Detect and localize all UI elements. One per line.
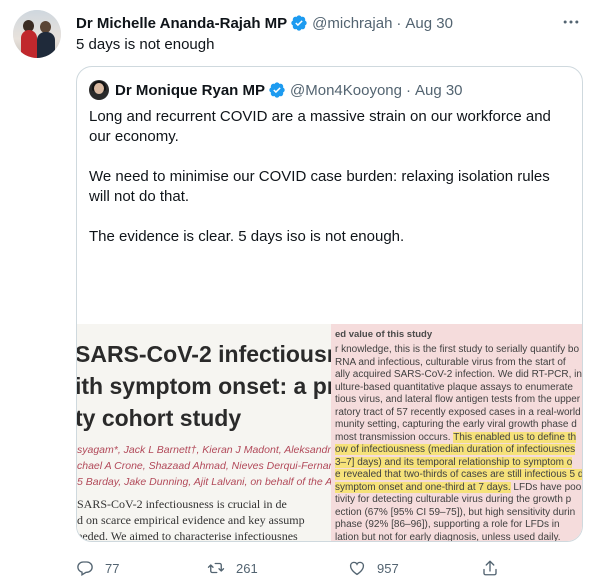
paper-abstract-line: d on scarce empirical evidence and key a… <box>77 513 305 527</box>
paper-author-line: syagam*, Jack L Barnett†, Kieran J Madon… <box>77 444 358 456</box>
paper-title-line: ty cohort study <box>77 405 242 431</box>
research-text: phase (92% [86–96]), supporting a role f… <box>335 519 560 530</box>
more-icon[interactable] <box>561 12 581 32</box>
research-text: munity setting, capturing the early vira… <box>335 419 577 430</box>
quoted-tweet[interactable]: Dr Monique Ryan MP @Mon4Kooyong · Aug 30… <box>76 66 583 542</box>
paper-title-line: SARS-CoV-2 infectiousne <box>77 341 354 367</box>
research-text: RNA and infectious, culturable virus fro… <box>335 356 566 368</box>
quoted-author-name: Dr Monique Ryan MP <box>115 81 266 99</box>
research-text: ratory tract of 57 recently exposed case… <box>335 406 581 418</box>
separator: · <box>396 14 402 32</box>
paper-title: SARS-CoV-2 infectiousne ith symptom onse… <box>77 338 354 434</box>
like-icon <box>349 561 365 576</box>
research-panel-heading: ed value of this study <box>335 329 433 340</box>
author-name[interactable]: Dr Michelle Ananda-Rajah MP <box>76 15 287 32</box>
highlighted-text: This enabled us to define th <box>453 431 577 443</box>
share-button[interactable] <box>481 556 499 580</box>
tweet[interactable]: Dr Michelle Ananda-Rajah MP @michrajah ·… <box>0 0 598 587</box>
paper-author-line: chael A Crone, Shazaad Ahmad, Nieves Der… <box>77 460 365 472</box>
author-avatar[interactable] <box>13 10 61 58</box>
paper-title-page: SARS-CoV-2 infectiousne ith symptom onse… <box>77 324 364 542</box>
quoted-tweet-date: Aug 30 <box>414 81 463 99</box>
retweet-count: 261 <box>236 560 258 576</box>
reply-button[interactable]: 77 <box>76 556 119 580</box>
research-text: ection (67% [95% CI 59–75]), but high se… <box>335 506 576 518</box>
like-button[interactable]: 957 <box>348 556 399 580</box>
highlighted-text: 3–7] days) and its temporal relationship… <box>335 456 573 468</box>
research-text: ulture-based quantitative plaque assays … <box>335 381 573 393</box>
quoted-paragraph: Long and recurrent COVID are a massive s… <box>89 108 551 145</box>
share-icon <box>483 560 497 576</box>
author-handle[interactable]: @michrajah <box>312 15 392 32</box>
paper-abstract: SARS-CoV-2 infectiousness is crucial in … <box>77 496 305 542</box>
reply-count: 77 <box>105 560 120 576</box>
quoted-author-handle: @Mon4Kooyong <box>290 81 402 99</box>
paper-title-line: ith symptom onset: a pro <box>77 373 350 399</box>
research-text: tivity for detecting culturable virus du… <box>335 494 572 505</box>
research-text: lation but not for early diagnosis, unle… <box>335 531 561 542</box>
verified-badge-icon <box>269 82 285 98</box>
research-text: tious virus, and lateral flow antigen te… <box>335 394 581 405</box>
quoted-author-avatar <box>89 80 109 100</box>
quoted-tweet-image[interactable]: SARS-CoV-2 infectiousne ith symptom onse… <box>77 324 583 542</box>
retweet-button[interactable]: 261 <box>207 556 258 580</box>
research-panel-line: lation but not for early diagnosis, unle… <box>335 531 561 542</box>
tweet-date[interactable]: Aug 30 <box>405 15 453 32</box>
highlighted-text: ow of infectiousness (median duration of… <box>335 444 576 455</box>
highlighted-text: symptom onset and one-third at 7 days. <box>335 481 511 493</box>
research-text: r knowledge, this is the first study to … <box>335 344 580 355</box>
reply-icon <box>77 561 93 576</box>
quoted-tweet-header: Dr Monique Ryan MP @Mon4Kooyong · Aug 30 <box>89 79 463 101</box>
tweet-actions: 77 261 957 <box>76 556 556 580</box>
verified-badge-icon <box>291 15 307 31</box>
retweet-icon <box>207 562 225 574</box>
research-text: LFDs have poo <box>510 481 582 493</box>
paper-abstract-line: SARS-CoV-2 infectiousness is crucial in … <box>77 497 287 511</box>
tweet-text: 5 days is not enough <box>76 36 215 53</box>
paper-author-line: 5 Barday, Jake Dunning, Ajit Lalvani, on… <box>77 476 352 488</box>
quoted-tweet-text: Long and recurrent COVID are a massive s… <box>89 107 559 267</box>
quoted-paragraph: The evidence is clear. 5 days iso is not… <box>89 228 405 245</box>
tweet-header: Dr Michelle Ananda-Rajah MP @michrajah ·… <box>76 12 453 34</box>
highlighted-text: e revealed that two-thirds of cases are … <box>335 469 583 480</box>
research-text: most transmission occurs. <box>335 431 454 443</box>
separator: · <box>405 81 411 99</box>
paper-authors: syagam*, Jack L Barnett†, Kieran J Madon… <box>77 442 364 490</box>
paper-abstract-line: eeded. We aimed to characterise infectio… <box>77 529 298 542</box>
research-text: ally acquired SARS-CoV-2 infection. We d… <box>335 369 583 380</box>
quoted-paragraph: We need to minimise our COVID case burde… <box>89 168 550 205</box>
like-count: 957 <box>377 560 399 576</box>
paper-research-panel: ed value of this study r knowledge, this… <box>331 324 583 542</box>
